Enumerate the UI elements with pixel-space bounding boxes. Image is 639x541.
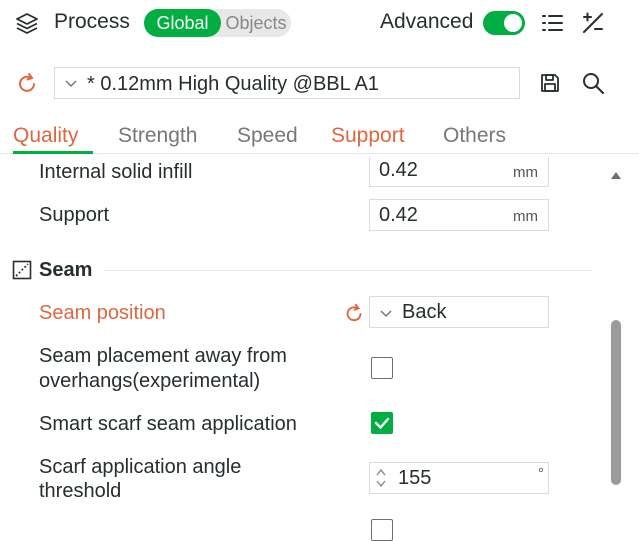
chevron-down-icon bbox=[63, 75, 79, 91]
internal-solid-infill-label: Internal solid infill bbox=[39, 161, 193, 183]
preset-name: * 0.12mm High Quality @BBL A1 bbox=[87, 73, 379, 95]
scrollbar-thumb[interactable] bbox=[611, 320, 621, 485]
scarf-angle-label-line2: threshold bbox=[39, 480, 122, 502]
list-icon[interactable] bbox=[539, 10, 565, 36]
tab-quality[interactable]: Quality bbox=[13, 122, 78, 150]
seam-away-overhangs-label-line2: overhangs(experimental) bbox=[39, 370, 261, 392]
support-line-width-input[interactable]: 0.42 mm bbox=[369, 199, 549, 231]
field-unit: mm bbox=[513, 208, 538, 225]
seam-away-overhangs-checkbox[interactable] bbox=[371, 357, 393, 379]
process-title: Process bbox=[54, 10, 130, 33]
settings-tabs: Quality Strength Speed Support Others bbox=[0, 118, 639, 154]
reset-arrow-icon[interactable] bbox=[342, 301, 366, 325]
scroll-up-arrow-icon[interactable] bbox=[609, 168, 623, 182]
seam-position-value: Back bbox=[402, 301, 447, 323]
mode-global-button[interactable]: Global bbox=[144, 9, 221, 37]
support-line-width-label: Support bbox=[39, 204, 110, 226]
compare-icon[interactable] bbox=[580, 10, 606, 36]
reset-arrow-icon[interactable] bbox=[14, 70, 40, 96]
chevron-down-icon bbox=[378, 305, 394, 321]
scarf-angle-label-line1: Scarf application angle bbox=[39, 456, 242, 478]
internal-solid-infill-input[interactable]: 0.42 mm bbox=[369, 157, 549, 187]
layers-icon bbox=[14, 10, 40, 36]
section-divider bbox=[104, 270, 592, 271]
tab-speed[interactable]: Speed bbox=[237, 122, 298, 150]
save-icon[interactable] bbox=[539, 72, 561, 94]
seam-away-overhangs-label-line1: Seam placement away from bbox=[39, 345, 287, 367]
advanced-label: Advanced bbox=[380, 10, 474, 33]
field-unit: mm bbox=[513, 164, 538, 181]
scarf-angle-spinbox[interactable]: 155 ° bbox=[369, 462, 549, 494]
tab-support[interactable]: Support bbox=[331, 122, 405, 150]
mode-objects-button[interactable]: Objects bbox=[221, 9, 291, 37]
process-header: Process Global Objects Advanced bbox=[0, 0, 639, 44]
field-value: 0.42 bbox=[379, 204, 418, 226]
tab-strength[interactable]: Strength bbox=[118, 122, 197, 150]
tab-others[interactable]: Others bbox=[443, 122, 506, 150]
seam-position-dropdown[interactable]: Back bbox=[369, 296, 549, 328]
global-objects-toggle[interactable]: Global Objects bbox=[144, 9, 291, 37]
field-unit: ° bbox=[538, 465, 544, 482]
seam-section-icon bbox=[12, 260, 32, 280]
toggle-knob bbox=[504, 14, 522, 32]
check-icon bbox=[374, 417, 390, 429]
field-value: 0.42 bbox=[379, 159, 418, 181]
spin-arrows-icon[interactable] bbox=[374, 465, 388, 491]
active-tab-indicator bbox=[13, 151, 93, 154]
search-icon[interactable] bbox=[581, 71, 605, 95]
preset-dropdown[interactable]: * 0.12mm High Quality @BBL A1 bbox=[54, 67, 520, 99]
advanced-toggle[interactable] bbox=[483, 11, 525, 35]
smart-scarf-seam-checkbox[interactable] bbox=[371, 412, 393, 434]
scarf-angle-value: 155 bbox=[398, 467, 432, 489]
next-setting-checkbox[interactable] bbox=[371, 519, 393, 541]
seam-position-label: Seam position bbox=[39, 302, 166, 324]
smart-scarf-seam-label: Smart scarf seam application bbox=[39, 413, 297, 435]
seam-section-title: Seam bbox=[39, 259, 93, 281]
